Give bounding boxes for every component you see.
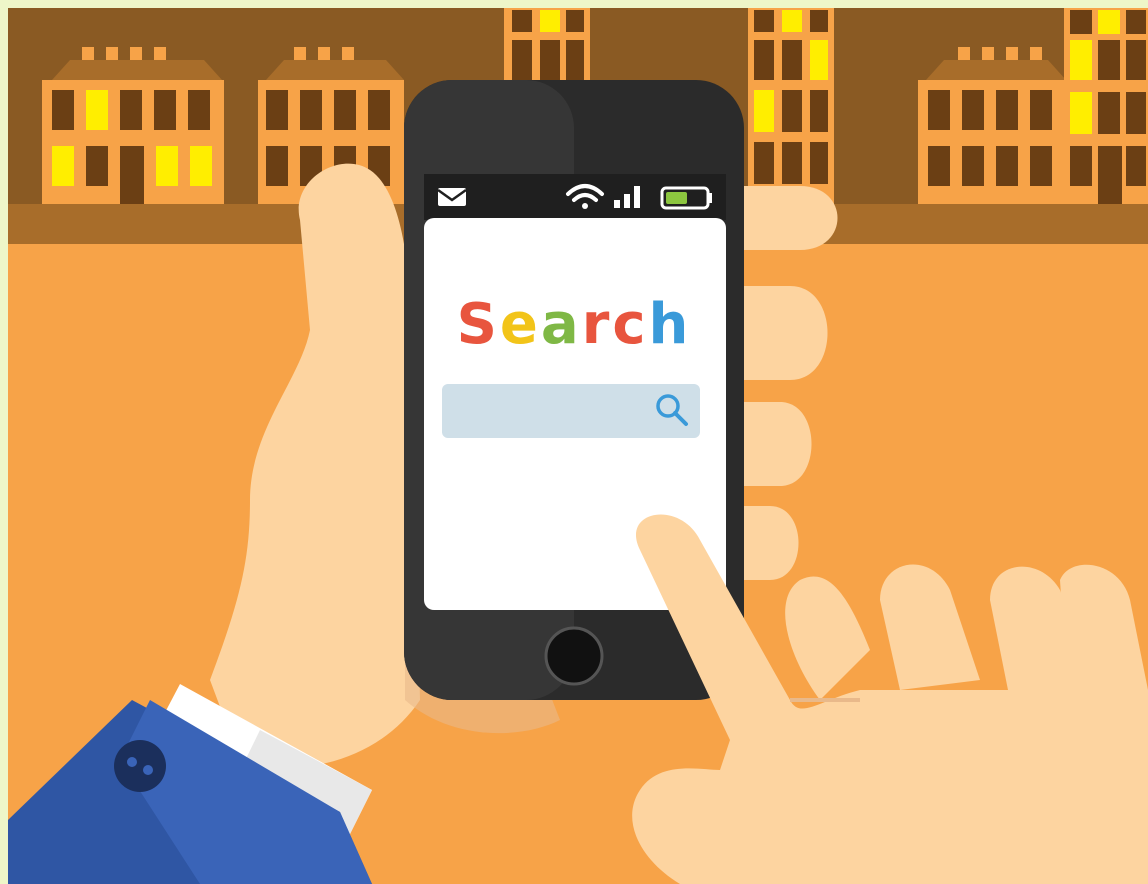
search-input[interactable] xyxy=(445,386,647,436)
search-letter: c xyxy=(612,292,649,357)
search-letter: e xyxy=(499,292,541,357)
search-letter: h xyxy=(648,292,692,357)
search-letter: a xyxy=(540,292,582,357)
illustration: Search xyxy=(0,0,1148,884)
home-button[interactable] xyxy=(544,626,604,686)
building-tower-right xyxy=(1064,8,1148,204)
cuff-button xyxy=(114,740,166,792)
search-title: Search xyxy=(424,290,724,360)
building-right xyxy=(918,47,1068,204)
building-tower-2 xyxy=(748,8,834,204)
search-letter: S xyxy=(456,292,500,357)
battery-level xyxy=(666,192,687,204)
building-left-1 xyxy=(42,47,224,204)
mail-icon xyxy=(437,188,467,206)
search-letter: r xyxy=(581,292,613,357)
